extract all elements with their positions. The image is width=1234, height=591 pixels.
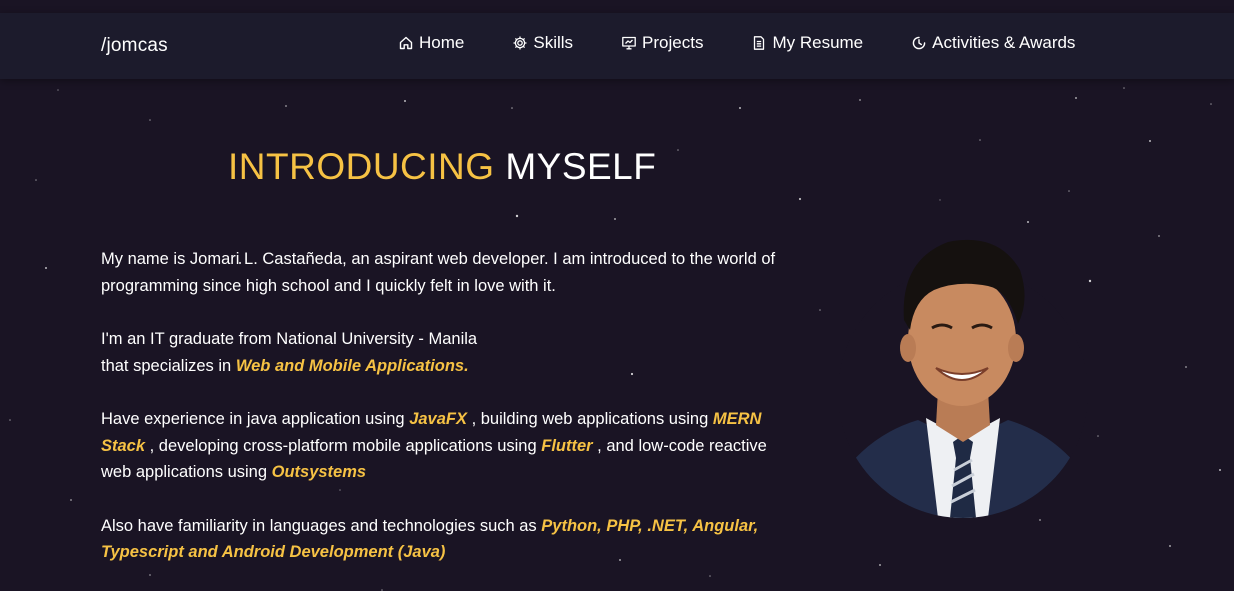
nav-item-label: Home — [419, 33, 465, 52]
highlight-javafx: JavaFX — [409, 410, 467, 428]
presentation-icon — [621, 35, 637, 51]
clock-icon — [911, 35, 927, 51]
intro-paragraph-4: Also have familiarity in languages and t… — [101, 513, 801, 566]
nav-item-skills[interactable]: Skills — [512, 33, 573, 53]
home-icon — [398, 35, 414, 51]
intro-text: Have experience in java application usin… — [101, 410, 410, 428]
intro-text: , building web applications using — [467, 410, 713, 428]
avatar — [838, 239, 1088, 518]
intro-text: , developing cross-platform mobile appli… — [145, 436, 542, 455]
document-icon — [751, 35, 767, 51]
nav-item-label: Activities & Awards — [932, 33, 1076, 52]
nav-item-projects[interactable]: Projects — [621, 33, 703, 53]
nav-item-label: Projects — [642, 33, 704, 52]
gear-icon — [512, 35, 528, 51]
title-accent: INTRODUCING — [228, 146, 495, 187]
top-navbar: /jomcas Home Skills Projects My Resume A… — [0, 13, 1234, 79]
nav-menu: Home Skills Projects My Resume Activitie… — [398, 33, 1075, 53]
intro-section: My name is Jomari L. Castañeda, an aspir… — [101, 246, 801, 591]
intro-paragraph-2-text: that specializes in — [101, 356, 236, 375]
intro-paragraph-1: My name is Jomari L. Castañeda, an aspir… — [101, 250, 776, 295]
highlight-web-mobile: Web and Mobile Applications. — [235, 356, 469, 375]
nav-item-label: Skills — [533, 33, 574, 52]
page-title: INTRODUCING MYSELF — [228, 146, 656, 188]
highlight-flutter: Flutter — [541, 436, 593, 455]
intro-paragraph-3: Have experience in java application usin… — [101, 406, 801, 486]
intro-text: Also have familiarity in languages and t… — [101, 516, 542, 535]
nav-item-resume[interactable]: My Resume — [751, 33, 863, 53]
nav-item-label: My Resume — [772, 33, 864, 52]
title-plain: MYSELF — [505, 146, 657, 187]
highlight-outsystems: Outsystems — [271, 463, 367, 481]
brand-logo[interactable]: /jomcas — [101, 35, 168, 57]
nav-item-activities[interactable]: Activities & Awards — [911, 33, 1075, 53]
intro-paragraph-2: I'm an IT graduate from National Univers… — [101, 326, 801, 379]
nav-item-home[interactable]: Home — [398, 33, 464, 53]
intro-paragraph-2-line-1: I'm an IT graduate from National Univers… — [101, 330, 478, 348]
